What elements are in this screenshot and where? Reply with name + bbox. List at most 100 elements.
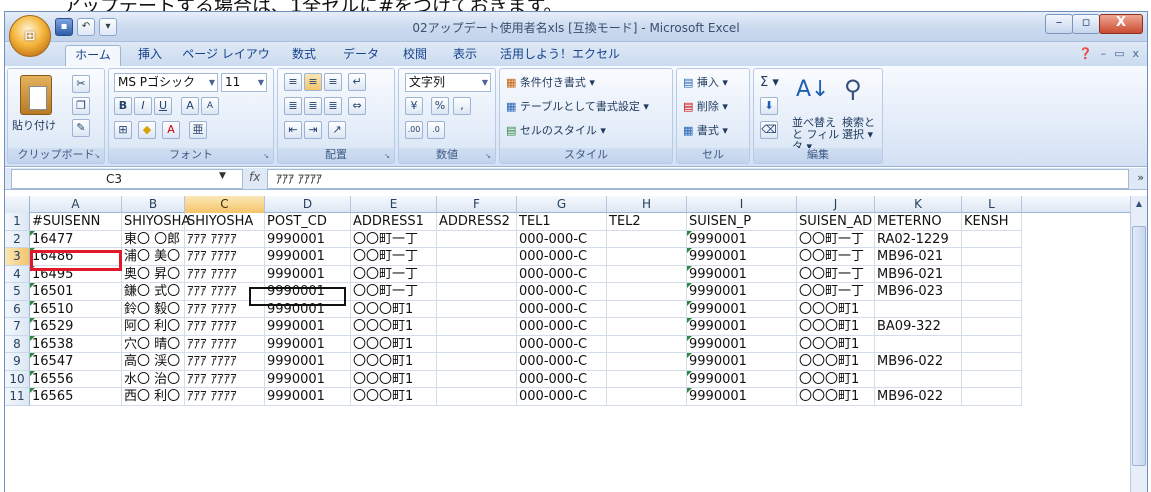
cell-b5[interactable]: 鎌〇 式〇: [122, 283, 185, 301]
format-painter-icon[interactable]: ✎: [72, 119, 90, 137]
cell-j6[interactable]: 〇〇〇町1: [797, 300, 875, 318]
cell-styles-button[interactable]: ▤ セルのスタイル ▾: [506, 121, 606, 141]
cell-h6[interactable]: [607, 300, 687, 318]
column-header-e[interactable]: E: [351, 196, 437, 213]
cell-j11[interactable]: 〇〇〇町1: [797, 388, 875, 406]
copy-icon[interactable]: ❐: [72, 97, 90, 115]
cell-b8[interactable]: 穴〇 晴〇: [122, 335, 185, 353]
cell-h1[interactable]: TEL2: [607, 213, 687, 231]
align-right-icon[interactable]: ≣: [324, 97, 342, 115]
cell-e9[interactable]: 〇〇〇町1: [351, 353, 437, 371]
merge-center-icon[interactable]: ⇔: [348, 97, 366, 115]
cell-a8[interactable]: 16538: [30, 335, 122, 353]
cell-b1[interactable]: SHIYOSHA: [122, 213, 190, 231]
cell-g6[interactable]: 000-000-C: [517, 300, 607, 318]
tab-review[interactable]: 校閲: [393, 45, 437, 66]
autosum-button[interactable]: Σ ▾: [760, 73, 779, 93]
cell-j9[interactable]: 〇〇〇町1: [797, 353, 875, 371]
cell-h3[interactable]: [607, 248, 687, 266]
cell-f5[interactable]: [437, 283, 517, 301]
cell-h7[interactable]: [607, 318, 687, 336]
cell-b11[interactable]: 西〇 利〇: [122, 388, 185, 406]
column-header-g[interactable]: G: [517, 196, 607, 213]
align-bottom-icon[interactable]: ≡: [324, 73, 342, 91]
cell-j3[interactable]: 〇〇町一丁: [797, 248, 875, 266]
align-center-icon[interactable]: ≣: [304, 97, 322, 115]
ribbon-close-button[interactable]: x: [1132, 47, 1139, 60]
comma-icon[interactable]: ,: [453, 97, 471, 115]
delete-button[interactable]: ▤ 削除 ▾: [683, 97, 728, 117]
cell-c1[interactable]: SHIYOSHA: [185, 213, 265, 231]
cell-e10[interactable]: 〇〇〇町1: [351, 370, 437, 388]
font-color-icon[interactable]: A: [162, 121, 180, 139]
cell-c7[interactable]: ｱｱｱ ｱｱｱｱ: [185, 318, 265, 336]
cell-c11[interactable]: ｱｱｱ ｱｱｱｱ: [185, 388, 265, 406]
cell-e11[interactable]: 〇〇〇町1: [351, 388, 437, 406]
find-select-icon[interactable]: ⚲: [844, 75, 862, 103]
cell-i8[interactable]: 9990001: [687, 335, 797, 353]
cell-h11[interactable]: [607, 388, 687, 406]
cell-b6[interactable]: 鈴〇 毅〇: [122, 300, 185, 318]
cell-g2[interactable]: 000-000-C: [517, 230, 607, 248]
cell-h10[interactable]: [607, 370, 687, 388]
increase-indent-icon[interactable]: ⇥: [304, 121, 322, 139]
cell-h9[interactable]: [607, 353, 687, 371]
align-middle-icon[interactable]: ≡: [304, 73, 322, 91]
close-button[interactable]: X: [1099, 14, 1143, 34]
cell-k9[interactable]: MB96-022: [875, 353, 962, 371]
cell-i3[interactable]: 9990001: [687, 248, 797, 266]
dialog-launcher-icon[interactable]: ↘: [92, 151, 102, 161]
cell-f7[interactable]: [437, 318, 517, 336]
cell-j4[interactable]: 〇〇町一丁: [797, 265, 875, 283]
conditional-format-button[interactable]: ▦ 条件付き書式 ▾: [506, 73, 595, 93]
cell-l7[interactable]: [962, 318, 1022, 336]
column-header-i[interactable]: I: [687, 196, 797, 213]
font-name-select[interactable]: MS Pゴシック ▼: [114, 73, 218, 92]
cell-e3[interactable]: 〇〇町一丁: [351, 248, 437, 266]
maximize-button[interactable]: ▫: [1072, 14, 1100, 34]
cell-d11[interactable]: 9990001: [265, 388, 351, 406]
name-box[interactable]: C3: [11, 169, 243, 189]
cell-i10[interactable]: 9990001: [687, 370, 797, 388]
align-left-icon[interactable]: ≣: [284, 97, 302, 115]
wrap-text-icon[interactable]: ↵: [348, 73, 366, 91]
cell-d7[interactable]: 9990001: [265, 318, 351, 336]
fx-icon[interactable]: fx: [249, 170, 260, 184]
cell-j5[interactable]: 〇〇町一丁: [797, 283, 875, 301]
cell-l8[interactable]: [962, 335, 1022, 353]
cell-l5[interactable]: [962, 283, 1022, 301]
minimize-button[interactable]: –: [1045, 14, 1073, 34]
orientation-icon[interactable]: ↗: [328, 121, 346, 139]
cell-d6[interactable]: 9990001: [265, 300, 351, 318]
cell-l10[interactable]: [962, 370, 1022, 388]
cell-e2[interactable]: 〇〇町一丁: [351, 230, 437, 248]
column-header-d[interactable]: D: [265, 196, 351, 213]
cell-f11[interactable]: [437, 388, 517, 406]
phonetic-icon[interactable]: 亜: [189, 121, 207, 139]
dialog-launcher-icon[interactable]: ↘: [483, 151, 493, 161]
cell-l3[interactable]: [962, 248, 1022, 266]
cell-a10[interactable]: 16556: [30, 370, 122, 388]
column-header-f[interactable]: F: [437, 196, 517, 213]
cell-k1[interactable]: METERNO: [875, 213, 962, 231]
cell-b3[interactable]: 浦〇 美〇: [122, 248, 185, 266]
align-top-icon[interactable]: ≡: [284, 73, 302, 91]
underline-icon[interactable]: U: [154, 97, 172, 115]
cell-g9[interactable]: 000-000-C: [517, 353, 607, 371]
font-size-select[interactable]: 11 ▼: [221, 73, 267, 92]
cell-d10[interactable]: 9990001: [265, 370, 351, 388]
row-header[interactable]: 5: [5, 283, 30, 301]
formula-input[interactable]: ｱｱｱ ｱｱｱｱ: [267, 169, 1129, 189]
fill-color-icon[interactable]: ◆: [138, 121, 156, 139]
cell-f8[interactable]: [437, 335, 517, 353]
cell-c9[interactable]: ｱｱｱ ｱｱｱｱ: [185, 353, 265, 371]
cell-a2[interactable]: 16477: [30, 230, 122, 248]
cell-j10[interactable]: 〇〇〇町1: [797, 370, 875, 388]
shrink-font-icon[interactable]: A: [201, 97, 219, 115]
cell-k10[interactable]: [875, 370, 962, 388]
row-header[interactable]: 4: [5, 265, 30, 283]
tab-view[interactable]: 表示: [443, 45, 487, 66]
cell-k4[interactable]: MB96-021: [875, 265, 962, 283]
cell-d8[interactable]: 9990001: [265, 335, 351, 353]
cell-g8[interactable]: 000-000-C: [517, 335, 607, 353]
